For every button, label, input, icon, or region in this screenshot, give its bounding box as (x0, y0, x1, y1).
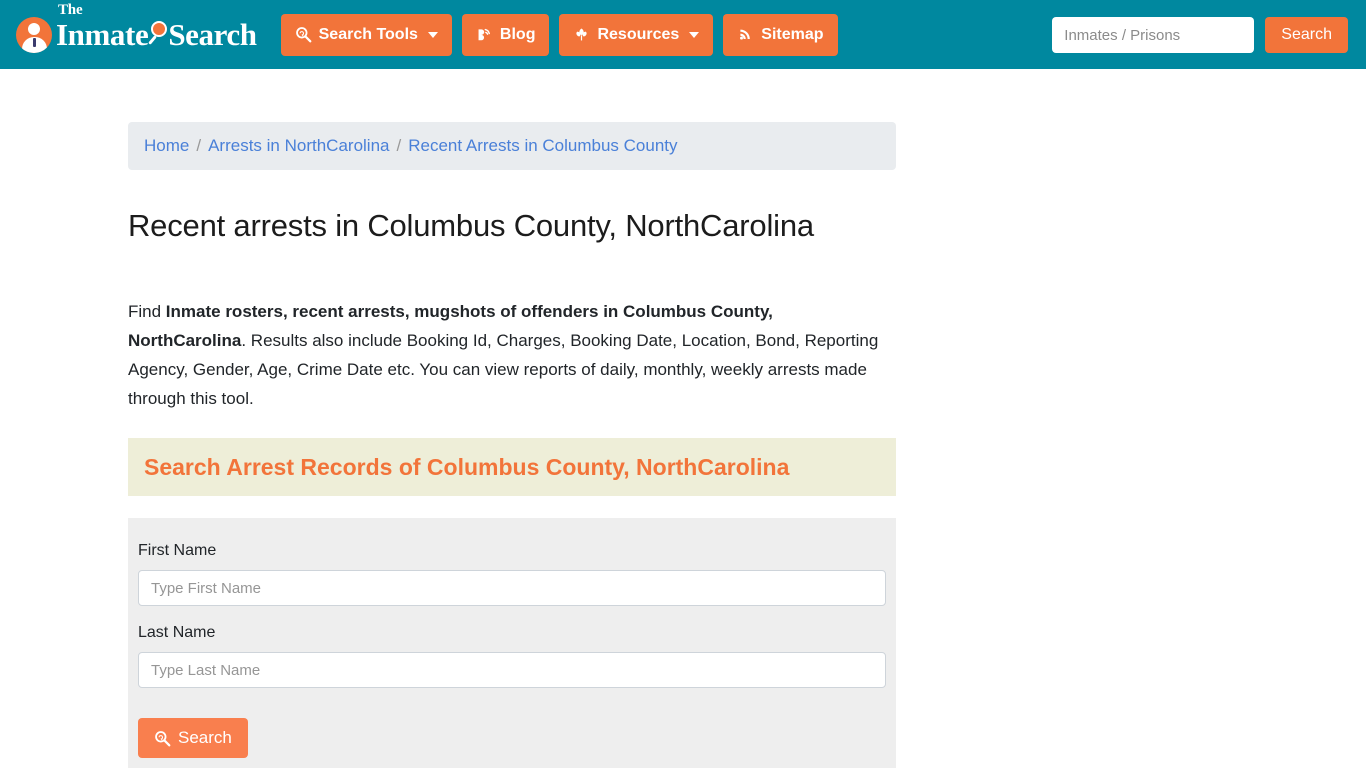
chevron-down-icon (427, 31, 438, 38)
header-search-button[interactable]: Search (1265, 17, 1348, 53)
nav-blog-button[interactable]: Blog (461, 13, 550, 56)
header-search-input[interactable] (1052, 17, 1255, 53)
arrest-search-form: First Name Last Name Search (128, 518, 896, 768)
breadcrumb-item-arrests-northcarolina[interactable]: Arrests in NorthCarolina (208, 136, 389, 156)
nav-search-tools-label: Search Tools (318, 25, 418, 43)
nav-resources-label: Resources (597, 25, 680, 43)
last-name-group: Last Name (138, 624, 886, 688)
form-search-button[interactable]: Search (138, 718, 248, 758)
section-banner-title: Search Arrest Records of Columbus County… (144, 453, 790, 480)
header-search: Search (1052, 17, 1348, 53)
nav-search-tools-button[interactable]: Search Tools (280, 13, 452, 56)
blogger-icon (476, 26, 493, 43)
intro-paragraph: Find Inmate rosters, recent arrests, mug… (128, 297, 880, 413)
search-icon (154, 730, 171, 747)
rss-icon (737, 26, 754, 43)
logo-search-text: Search (168, 17, 257, 52)
breadcrumb-separator: / (396, 136, 402, 155)
breadcrumb: Home / Arrests in NorthCarolina / Recent… (128, 122, 896, 170)
site-logo[interactable]: The Inmate Search (16, 3, 257, 53)
logo-the-text: The (58, 2, 83, 18)
page-container: Home / Arrests in NorthCarolina / Recent… (128, 69, 896, 768)
leaf-icon (573, 26, 590, 43)
nav-blog-label: Blog (499, 25, 536, 43)
page-title: Recent arrests in Columbus County, North… (128, 208, 814, 243)
last-name-label: Last Name (138, 624, 216, 641)
breadcrumb-separator: / (196, 136, 202, 155)
breadcrumb-item-home[interactable]: Home (144, 136, 189, 156)
magnifier-icon (147, 21, 169, 47)
logo-inmate-text: Inmate (56, 17, 149, 52)
first-name-label: First Name (138, 542, 217, 559)
first-name-input[interactable] (138, 570, 886, 606)
main-nav: Search Tools Blog Resources Sitemap (280, 13, 838, 56)
nav-sitemap-label: Sitemap (761, 25, 824, 43)
person-icon (16, 16, 52, 53)
breadcrumb-item-recent-arrests-columbus-county[interactable]: Recent Arrests in Columbus County (408, 136, 677, 156)
section-banner: Search Arrest Records of Columbus County… (128, 438, 896, 496)
search-icon (295, 26, 312, 43)
first-name-group: First Name (138, 542, 886, 606)
nav-sitemap-button[interactable]: Sitemap (723, 13, 838, 56)
logo-wordmark: The Inmate Search (53, 3, 257, 52)
site-header: The Inmate Search Search Tools Blog Reso… (0, 0, 1366, 69)
last-name-input[interactable] (138, 652, 886, 688)
form-search-label: Search (178, 728, 232, 747)
chevron-down-icon (689, 31, 700, 38)
intro-lead: Find (128, 302, 166, 321)
nav-resources-button[interactable]: Resources (559, 13, 714, 56)
intro-rest: . Results also include Booking Id, Charg… (128, 331, 879, 408)
